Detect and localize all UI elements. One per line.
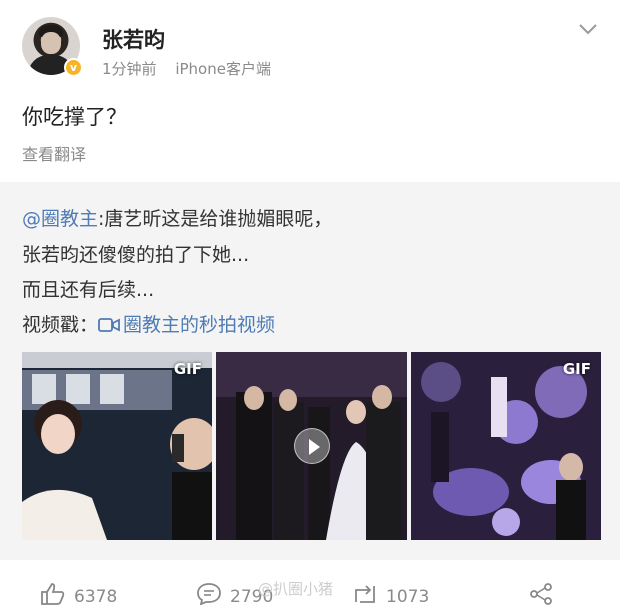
- chevron-down-icon[interactable]: [578, 22, 598, 36]
- media-thumbnail-2[interactable]: [216, 352, 407, 540]
- post-text: 你吃撑了？: [22, 105, 127, 129]
- repost-button[interactable]: 1073: [352, 582, 429, 605]
- translate-link[interactable]: 查看翻译: [22, 141, 86, 165]
- video-link-label: 圈教主的秒拍视频: [123, 314, 276, 336]
- video-link[interactable]: 圈教主的秒拍视频: [98, 314, 275, 336]
- share-button[interactable]: [528, 582, 562, 605]
- repost-line-1: @圈教主:唐艺昕这是给谁抛媚眼呢，: [22, 204, 332, 231]
- repost-line-4: 视频戳： 圈教主的秒拍视频: [22, 310, 275, 337]
- post-meta: 1分钟前 iPhone客户端: [102, 58, 271, 79]
- post-source: iPhone客户端: [175, 60, 271, 78]
- video-camera-icon: [98, 318, 120, 332]
- post-time: 1分钟前: [102, 60, 157, 78]
- gif-badge: GIF: [173, 360, 202, 378]
- like-button[interactable]: 6378: [40, 582, 117, 605]
- mention-link[interactable]: @圈教主: [22, 208, 98, 230]
- watermark: @扒圈小猪: [258, 580, 334, 598]
- repost-text: :唐艺昕这是给谁抛媚眼呢，: [98, 208, 333, 230]
- repost-line-2: 张若昀还傻傻的拍了下她...: [22, 244, 250, 266]
- verified-badge-icon: v: [64, 58, 83, 77]
- play-icon[interactable]: [293, 428, 330, 464]
- post-header: v 张若昀 1分钟前 iPhone客户端: [0, 0, 620, 90]
- share-icon: [530, 583, 552, 605]
- media-thumbnail-1[interactable]: GIF: [22, 352, 212, 540]
- gif-badge: GIF: [562, 360, 591, 378]
- comment-icon: [197, 583, 221, 605]
- username[interactable]: 张若昀: [102, 24, 165, 54]
- video-prefix: 视频戳：: [22, 314, 99, 336]
- repost-line-3: 而且还有后续...: [22, 279, 155, 301]
- thumbs-up-icon: [41, 583, 65, 605]
- repost-icon: [355, 585, 375, 603]
- media-thumbnail-3[interactable]: GIF: [411, 352, 601, 540]
- like-count: 6378: [74, 587, 118, 605]
- repost-count: 1073: [386, 587, 430, 605]
